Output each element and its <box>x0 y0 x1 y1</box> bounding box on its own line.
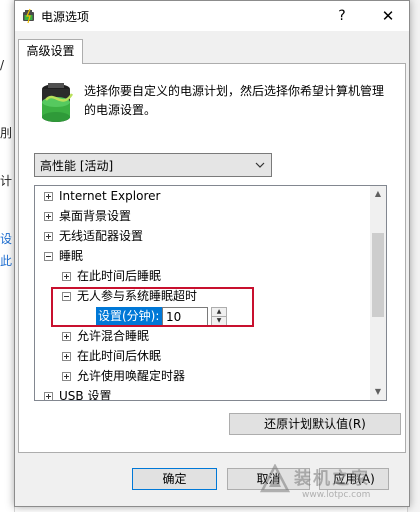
power-plan-select[interactable]: 高性能 [活动] <box>34 153 272 177</box>
apply-button[interactable]: 应用(A) <box>319 468 389 490</box>
tab-advanced-settings[interactable]: 高级设置 <box>18 39 83 64</box>
expand-icon[interactable] <box>44 392 53 400</box>
close-button[interactable]: ✕ <box>375 5 401 27</box>
expand-icon[interactable] <box>62 372 71 381</box>
ok-button[interactable]: 确定 <box>132 468 217 490</box>
tree-item-label: 桌面背景设置 <box>59 209 132 223</box>
collapse-icon[interactable] <box>44 252 53 261</box>
tree-item-label: 睡眠 <box>59 249 84 263</box>
power-options-dialog: 电源选项 ? ✕ 高级设置 选择你要自定义的电源计划，然后选择你希望计算机管理的… <box>14 0 410 507</box>
restore-defaults-button[interactable]: 还原计划默认值(R) <box>229 413 401 435</box>
setting-minutes-label[interactable]: 设置(分钟): <box>96 307 164 326</box>
screen: / 刖 计 设 此 电源选项 ? ✕ 高级设置 选择你要自定义的电源计划，然后选… <box>0 0 420 512</box>
power-plan-value: 高性能 [活动] <box>40 159 114 173</box>
tree-scrollbar[interactable]: ▲ ▼ <box>370 186 386 400</box>
battery-icon <box>23 8 34 24</box>
window-title: 电源选项 <box>41 10 90 24</box>
collapse-icon[interactable] <box>62 292 71 301</box>
scroll-up-arrow-icon[interactable]: ▲ <box>370 186 386 202</box>
tree-item-label: 无人参与系统睡眠超时 <box>77 289 198 303</box>
advanced-settings-panel: 选择你要自定义的电源计划，然后选择你希望计算机管理的电源设置。 高性能 [活动]… <box>18 63 406 453</box>
expand-icon[interactable] <box>62 352 71 361</box>
minutes-spinner[interactable]: ▲ ▼ <box>211 307 227 326</box>
spin-down-icon[interactable]: ▼ <box>212 317 226 325</box>
scroll-down-arrow-icon[interactable]: ▼ <box>370 384 386 400</box>
battery-icon <box>42 83 74 122</box>
scrollbar-thumb[interactable] <box>372 233 384 317</box>
spin-up-icon[interactable]: ▲ <box>212 308 226 317</box>
title-bar[interactable]: 电源选项 ? ✕ <box>15 1 409 31</box>
expand-icon[interactable] <box>62 332 71 341</box>
tree-item-label: 在此时间后睡眠 <box>77 269 162 283</box>
help-button[interactable]: ? <box>331 5 353 27</box>
expand-icon[interactable] <box>62 272 71 281</box>
expand-icon[interactable] <box>44 192 53 201</box>
tree-item-label: 允许使用唤醒定时器 <box>77 369 186 383</box>
cancel-button[interactable]: 取消 <box>227 468 310 490</box>
background-link[interactable]: 设 <box>0 230 12 247</box>
background-left-strip: / 刖 计 设 此 <box>0 0 15 512</box>
tree-item-label: Internet Explorer <box>59 189 161 203</box>
background-text: / <box>0 58 5 72</box>
tree-item-label: 允许混合睡眠 <box>77 329 150 343</box>
expand-icon[interactable] <box>44 232 53 241</box>
intro-text: 选择你要自定义的电源计划，然后选择你希望计算机管理的电源设置。 <box>84 84 385 117</box>
background-text: 计 <box>0 174 12 188</box>
tree-item-label: 无线适配器设置 <box>59 229 144 243</box>
background-text: 刖 <box>0 126 12 140</box>
minutes-input[interactable]: 10 <box>162 307 208 326</box>
chevron-down-icon <box>255 162 265 168</box>
background-link[interactable]: 此 <box>0 252 12 269</box>
expand-icon[interactable] <box>44 212 53 221</box>
tree-item-label: USB 设置 <box>59 389 112 401</box>
settings-tree[interactable]: Internet Explorer 桌面背景设置 无线适配器设置 睡眠 在此时间… <box>34 185 387 401</box>
tree-item-label: 在此时间后休眠 <box>77 349 162 363</box>
